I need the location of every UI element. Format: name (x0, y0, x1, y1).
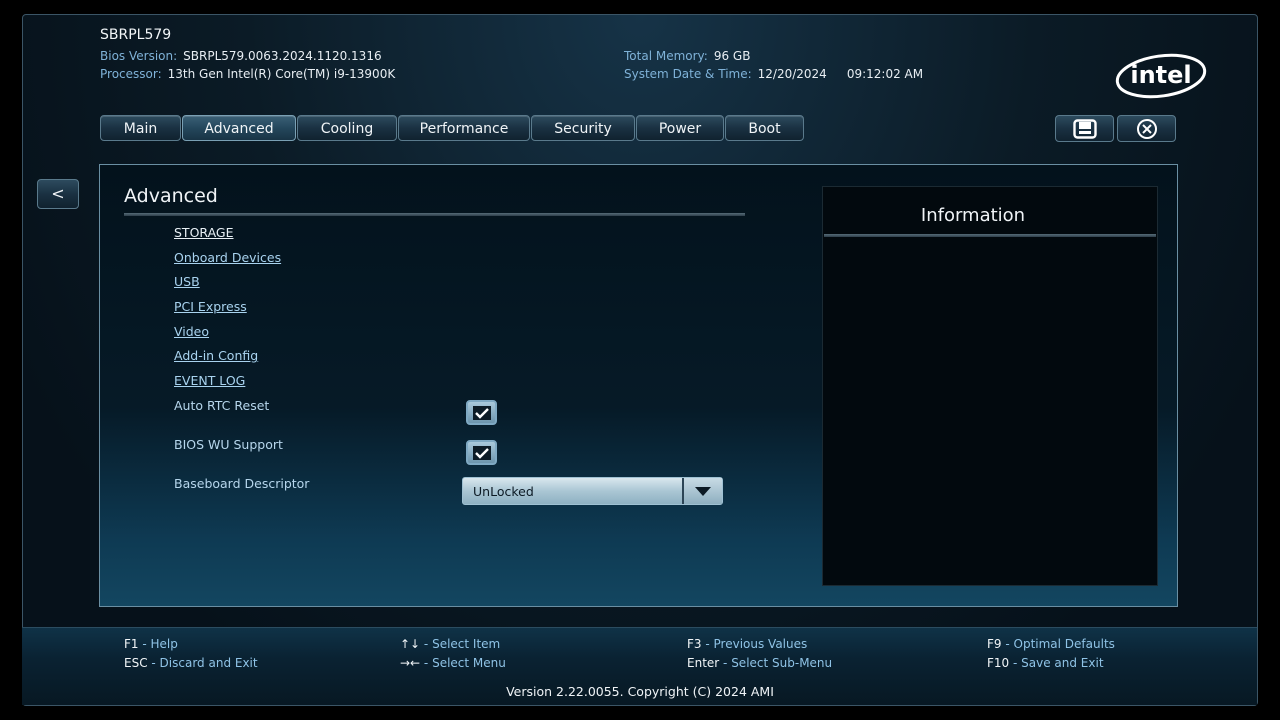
total-memory-label: Total Memory: (624, 49, 708, 63)
processor-label: Processor: (100, 67, 162, 81)
previous-values-desc: Previous Values (713, 637, 808, 651)
previous-values-hint: F3 - Previous Values (687, 637, 808, 651)
discard-key: ESC (124, 656, 148, 670)
select-item-desc: Select Item (432, 637, 501, 651)
save-icon (1072, 118, 1097, 139)
tab-boot[interactable]: Boot (725, 115, 804, 141)
link-pci-express[interactable]: PCI Express (174, 299, 247, 314)
link-storage[interactable]: STORAGE (174, 225, 234, 240)
link-onboard-devices[interactable]: Onboard Devices (174, 250, 281, 265)
processor-value: 13th Gen Intel(R) Core(TM) i9-13900K (167, 67, 396, 81)
page-title: Advanced (124, 185, 218, 207)
chevron-down-icon (695, 486, 711, 496)
processor-row: Processor: 13th Gen Intel(R) Core(TM) i9-… (100, 67, 395, 81)
baseboard-descriptor-label: Baseboard Descriptor (174, 476, 310, 491)
previous-values-key: F3 (687, 637, 702, 651)
auto-rtc-reset-checkbox[interactable] (466, 400, 497, 425)
system-name: SBRPL579 (100, 27, 172, 43)
sub-menu-desc: Select Sub-Menu (731, 656, 833, 670)
sub-menu-hint: Enter - Select Sub-Menu (687, 656, 833, 670)
select-item-key: ↑↓ (400, 637, 421, 651)
tab-performance[interactable]: Performance (398, 115, 530, 141)
discard-desc: Discard and Exit (159, 656, 258, 670)
save-button[interactable] (1055, 115, 1114, 142)
tab-advanced[interactable]: Advanced (182, 115, 296, 141)
intel-logo: intel (1115, 53, 1207, 99)
save-exit-hint: F10 - Save and Exit (987, 656, 1104, 670)
save-exit-key: F10 (987, 656, 1010, 670)
bios-wu-support-checkbox[interactable] (466, 440, 497, 465)
baseboard-descriptor-select[interactable]: UnLocked (462, 477, 723, 505)
link-add-in-config[interactable]: Add-in Config (174, 348, 258, 363)
link-event-log[interactable]: EVENT LOG (174, 373, 245, 388)
time-value: 09:12:02 AM (846, 67, 924, 81)
select-menu-desc: Select Menu (432, 656, 506, 670)
select-menu-hint: →← - Select Menu (400, 656, 506, 670)
datetime-row: System Date & Time: 12/20/2024 09:12:02 AM (624, 67, 923, 81)
select-item-hint: ↑↓ - Select Item (400, 637, 501, 651)
link-video[interactable]: Video (174, 324, 209, 339)
link-usb[interactable]: USB (174, 274, 200, 289)
checkmark-icon (472, 405, 491, 420)
information-title: Information (920, 205, 1026, 226)
optimal-defaults-hint: F9 - Optimal Defaults (987, 637, 1115, 651)
version-text: Version 2.22.0055. Copyright (C) 2024 AM… (506, 684, 774, 699)
date-value: 12/20/2024 (757, 67, 827, 81)
dropdown-arrow[interactable] (682, 478, 722, 504)
datetime-label: System Date & Time: (624, 67, 752, 81)
information-divider (824, 234, 1156, 237)
discard-hint: ESC - Discard and Exit (124, 656, 258, 670)
help-key: F1 (124, 637, 139, 651)
back-button[interactable]: < (37, 179, 79, 209)
bios-version-label: Bios Version: (100, 49, 178, 63)
information-panel (822, 186, 1158, 586)
exit-button[interactable] (1117, 115, 1176, 142)
sub-menu-key: Enter (687, 656, 720, 670)
tab-main[interactable]: Main (100, 115, 181, 141)
bios-version-row: Bios Version: SBRPL579.0063.2024.1120.131… (100, 49, 382, 63)
auto-rtc-reset-label: Auto RTC Reset (174, 398, 270, 413)
tab-cooling[interactable]: Cooling (297, 115, 397, 141)
baseboard-descriptor-value: UnLocked (473, 484, 534, 499)
help-desc: Help (150, 637, 178, 651)
bios-wu-support-label: BIOS WU Support (174, 437, 283, 452)
select-menu-key: →← (400, 656, 421, 670)
optimal-defaults-desc: Optimal Defaults (1013, 637, 1115, 651)
total-memory-row: Total Memory: 96 GB (624, 49, 750, 63)
tab-security[interactable]: Security (531, 115, 635, 141)
checkmark-icon (472, 445, 491, 460)
optimal-defaults-key: F9 (987, 637, 1002, 651)
title-divider (124, 213, 745, 216)
tab-power[interactable]: Power (636, 115, 724, 141)
close-icon (1136, 118, 1157, 139)
save-exit-desc: Save and Exit (1021, 656, 1104, 670)
logo-text: intel (1130, 61, 1191, 89)
help-hint: F1 - Help (124, 637, 178, 651)
total-memory-value: 96 GB (713, 49, 751, 63)
bios-version-value: SBRPL579.0063.2024.1120.1316 (183, 49, 382, 63)
